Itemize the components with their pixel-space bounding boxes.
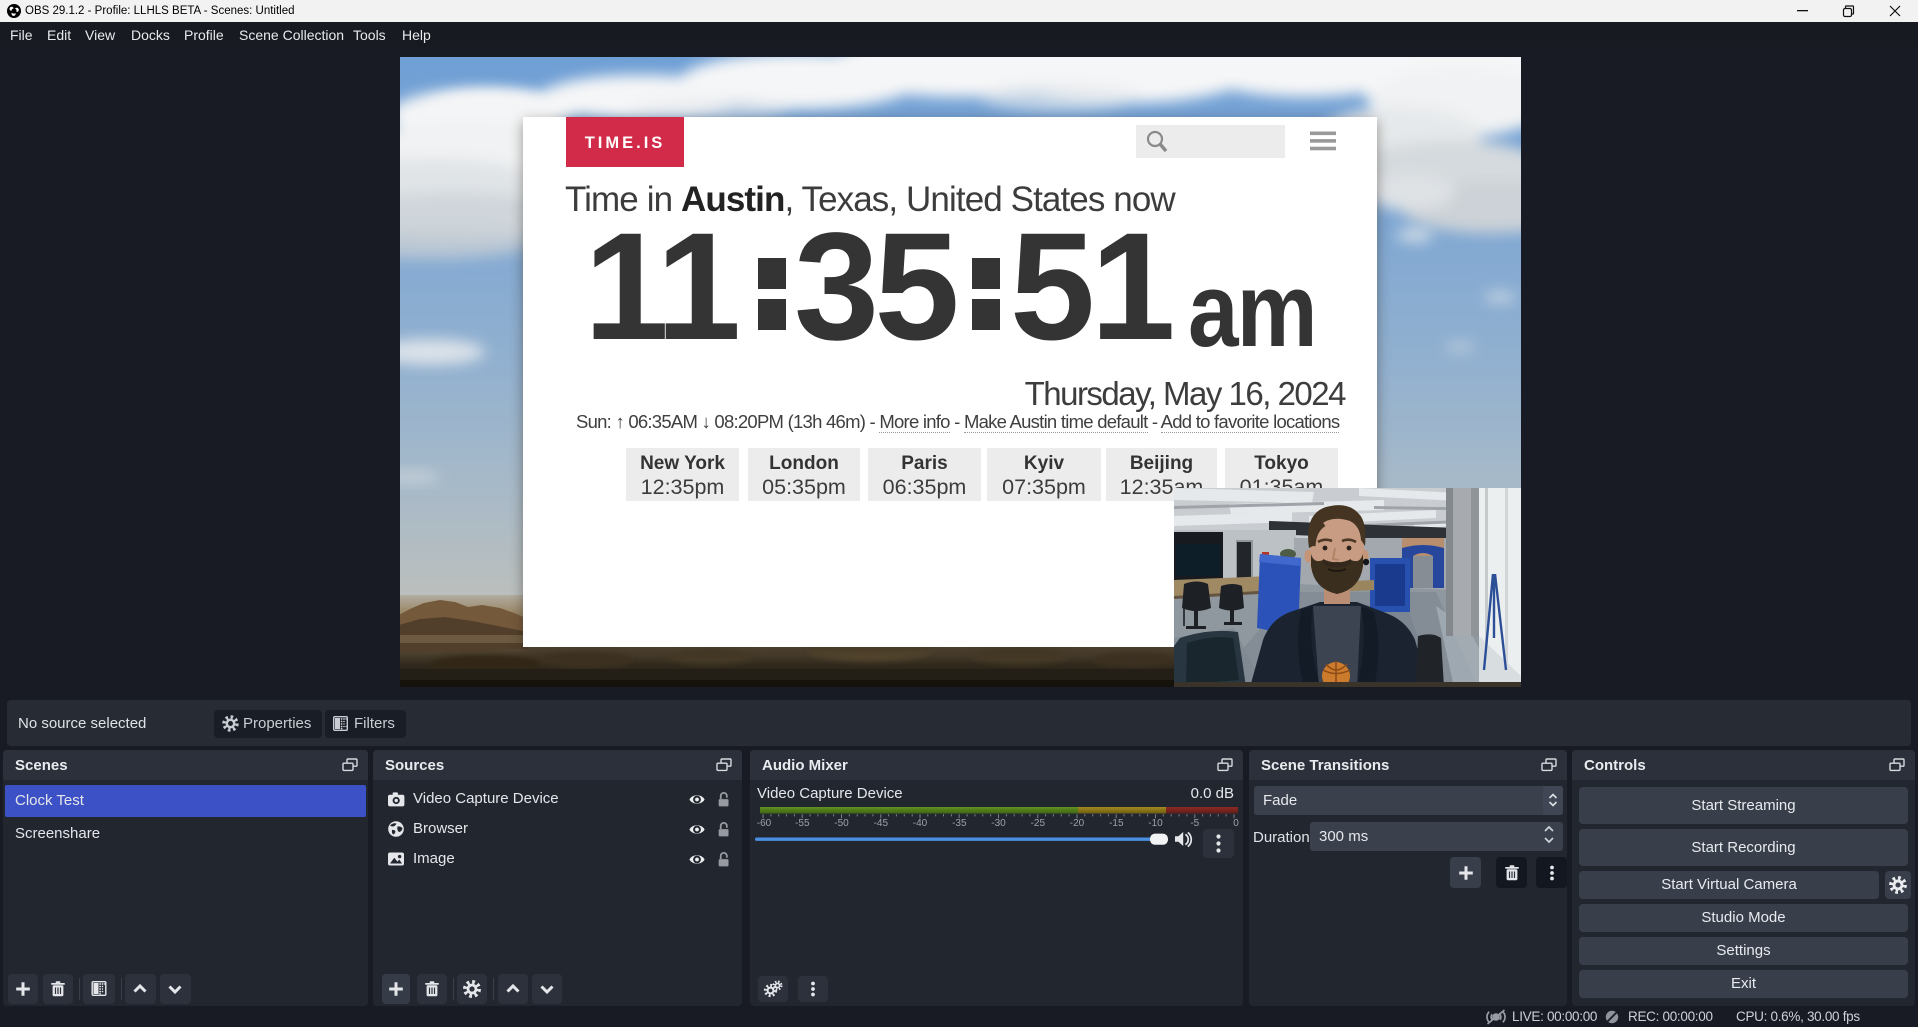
svg-text:-10: -10 <box>1148 818 1163 829</box>
svg-text:-60: -60 <box>757 818 772 829</box>
svg-text:-40: -40 <box>913 818 928 829</box>
svg-text:-45: -45 <box>874 818 889 829</box>
svg-text:-30: -30 <box>991 818 1006 829</box>
svg-text:0: 0 <box>1233 818 1239 829</box>
svg-text:-35: -35 <box>952 818 967 829</box>
svg-text:-25: -25 <box>1031 818 1046 829</box>
svg-text:-50: -50 <box>834 818 849 829</box>
svg-text:-20: -20 <box>1070 818 1085 829</box>
svg-text:-15: -15 <box>1109 818 1124 829</box>
svg-text:-55: -55 <box>795 818 810 829</box>
svg-text:-5: -5 <box>1190 818 1199 829</box>
